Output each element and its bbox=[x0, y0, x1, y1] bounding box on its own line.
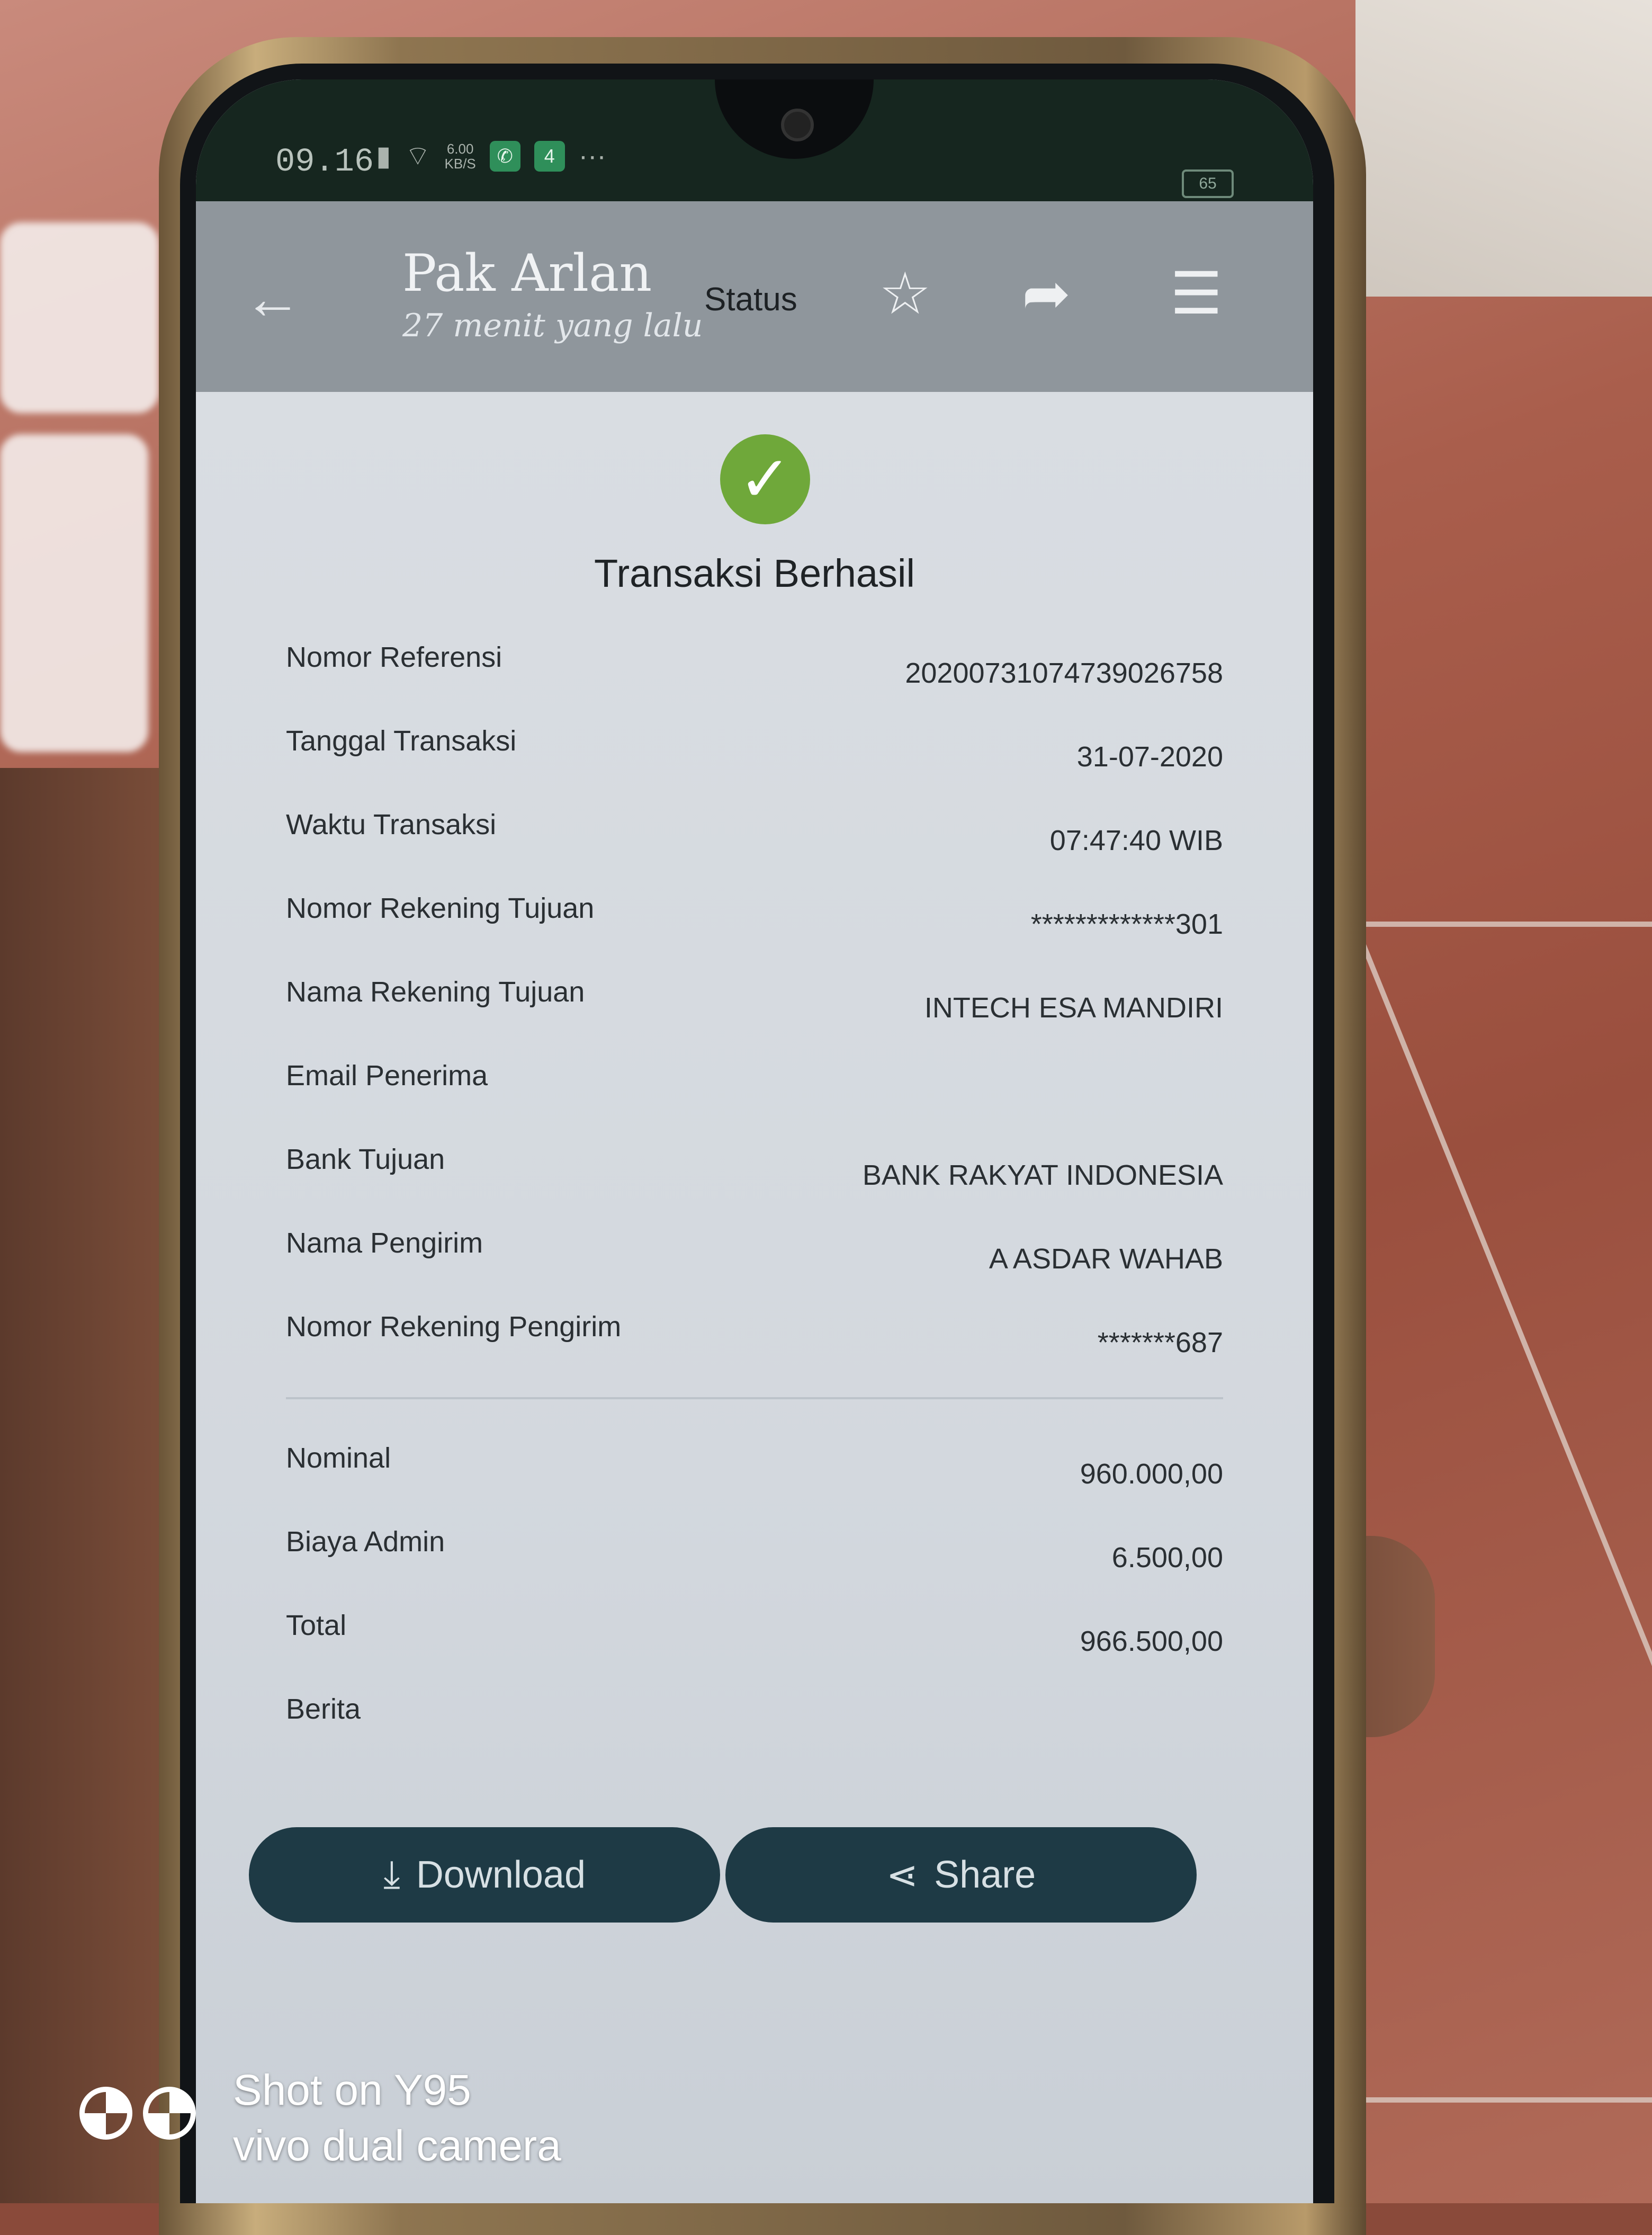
speed-unit: KB/S bbox=[444, 155, 476, 172]
battery-indicator: 65 bbox=[1182, 169, 1234, 198]
download-label: Download bbox=[416, 1854, 586, 1896]
receipt-details: Nomor Referensi 20200731074739026758 Tan… bbox=[286, 630, 1223, 1766]
share-label: Share bbox=[934, 1854, 1036, 1896]
status-bar: 09.16 ▮ ⌔ 6.00 KB/S ✆ 4 ··· 65 bbox=[196, 79, 1313, 201]
detail-label: Nama Pengirim bbox=[286, 1227, 483, 1259]
detail-label: Nomor Rekening Pengirim bbox=[286, 1311, 622, 1343]
action-buttons: ⤓ Download ⋖ Share bbox=[249, 1827, 1197, 1923]
detail-label: Nomor Referensi bbox=[286, 641, 502, 673]
light-glare bbox=[0, 222, 159, 413]
tile-grout bbox=[1355, 922, 1652, 927]
wifi-icon: ⌔ bbox=[405, 141, 431, 172]
detail-row: Waktu Transaksi 07:47:40 WIB bbox=[286, 798, 1223, 881]
detail-row: Tanggal Transaksi 31-07-2020 bbox=[286, 714, 1223, 798]
detail-row: Nomor Referensi 20200731074739026758 bbox=[286, 630, 1223, 714]
detail-row: Nomor Rekening Pengirim *******687 bbox=[286, 1300, 1223, 1383]
light-glare bbox=[0, 434, 148, 752]
amount-label: Total bbox=[286, 1610, 347, 1641]
detail-row: Nama Rekening Tujuan INTECH ESA MANDIRI bbox=[286, 965, 1223, 1049]
phone-screen: 09.16 ▮ ⌔ 6.00 KB/S ✆ 4 ··· 65 ← Pak Arl… bbox=[196, 79, 1313, 2203]
check-icon: ✓ bbox=[720, 434, 810, 524]
amount-label: Nominal bbox=[286, 1442, 391, 1474]
detail-row: Nama Pengirim A ASDAR WAHAB bbox=[286, 1216, 1223, 1300]
detail-label: Email Penerima bbox=[286, 1060, 488, 1092]
detail-value: 31-07-2020 bbox=[1076, 741, 1223, 773]
detail-row: Email Penerima bbox=[286, 1049, 1223, 1132]
share-icon: ⋖ bbox=[886, 1854, 919, 1897]
detail-row: Bank Tujuan BANK RAKYAT INDONESIA bbox=[286, 1132, 1223, 1216]
divider bbox=[286, 1397, 1223, 1399]
amount-row: Total 966.500,00 bbox=[286, 1598, 1223, 1682]
arrow-left-icon[interactable]: ← bbox=[244, 265, 302, 332]
vivo-logo bbox=[79, 2087, 196, 2140]
status-icons: ▮ ⌔ 6.00 KB/S ✆ 4 ··· bbox=[376, 139, 606, 173]
transaction-status-title: Transaksi Berhasil bbox=[594, 551, 915, 595]
share-button[interactable]: ⋖ Share bbox=[725, 1827, 1197, 1923]
lens-icon bbox=[79, 2087, 132, 2140]
lens-icon bbox=[143, 2087, 196, 2140]
forward-icon[interactable]: ➦ bbox=[1022, 260, 1071, 327]
amount-label: Biaya Admin bbox=[286, 1526, 445, 1558]
detail-row: Nomor Rekening Tujuan *************301 bbox=[286, 881, 1223, 965]
notification-badge: 4 bbox=[534, 140, 565, 172]
detail-value: A ASDAR WAHAB bbox=[989, 1243, 1223, 1275]
detail-value: *******687 bbox=[1097, 1327, 1223, 1358]
detail-label: Tanggal Transaksi bbox=[286, 725, 517, 757]
detail-value: 07:47:40 WIB bbox=[1049, 825, 1223, 856]
speed-value: 6.00 bbox=[446, 140, 474, 157]
detail-label: Nomor Rekening Tujuan bbox=[286, 892, 595, 924]
amount-row: Berita bbox=[286, 1682, 1223, 1766]
status-time: 09.16 bbox=[275, 143, 374, 181]
amount-row: Nominal 960.000,00 bbox=[286, 1431, 1223, 1515]
watermark-line-2: vivo dual camera bbox=[233, 2122, 561, 2170]
tile-grout bbox=[1334, 2097, 1652, 2103]
front-camera bbox=[781, 109, 814, 141]
whatsapp-icon: ✆ bbox=[489, 140, 520, 172]
contact-name: Pak Arlan bbox=[402, 244, 652, 303]
detail-value: 20200731074739026758 bbox=[905, 657, 1223, 689]
star-icon[interactable]: ☆ bbox=[879, 260, 931, 327]
menu-icon[interactable]: ☰ bbox=[1170, 260, 1223, 327]
amount-value: 966.500,00 bbox=[1080, 1625, 1223, 1657]
detail-value: INTECH ESA MANDIRI bbox=[924, 992, 1223, 1024]
more-dots: ··· bbox=[578, 140, 606, 172]
watermark-line-1: Shot on Y95 bbox=[233, 2066, 471, 2114]
download-icon: ⤓ bbox=[383, 1853, 400, 1896]
network-speed: 6.00 KB/S bbox=[445, 141, 476, 171]
wall bbox=[1355, 0, 1652, 297]
signal-icon: ▮ bbox=[376, 140, 391, 172]
detail-value: *************301 bbox=[1030, 908, 1223, 940]
receipt-content: ✓ Transaksi Berhasil Nomor Referensi 202… bbox=[196, 392, 1313, 2203]
amount-value: 960.000,00 bbox=[1080, 1458, 1223, 1490]
detail-label: Nama Rekening Tujuan bbox=[286, 976, 585, 1008]
status-label: Status bbox=[704, 281, 797, 318]
detail-value: BANK RAKYAT INDONESIA bbox=[862, 1159, 1223, 1191]
amount-row: Biaya Admin 6.500,00 bbox=[286, 1515, 1223, 1598]
download-button[interactable]: ⤓ Download bbox=[249, 1827, 720, 1923]
detail-label: Waktu Transaksi bbox=[286, 809, 497, 841]
amount-value: 6.500,00 bbox=[1111, 1542, 1223, 1574]
app-header: ← Pak Arlan 27 menit yang lalu Status ☆ … bbox=[196, 201, 1313, 392]
last-seen: 27 menit yang lalu bbox=[402, 307, 703, 344]
detail-label: Bank Tujuan bbox=[286, 1143, 445, 1175]
amount-label: Berita bbox=[286, 1693, 361, 1725]
